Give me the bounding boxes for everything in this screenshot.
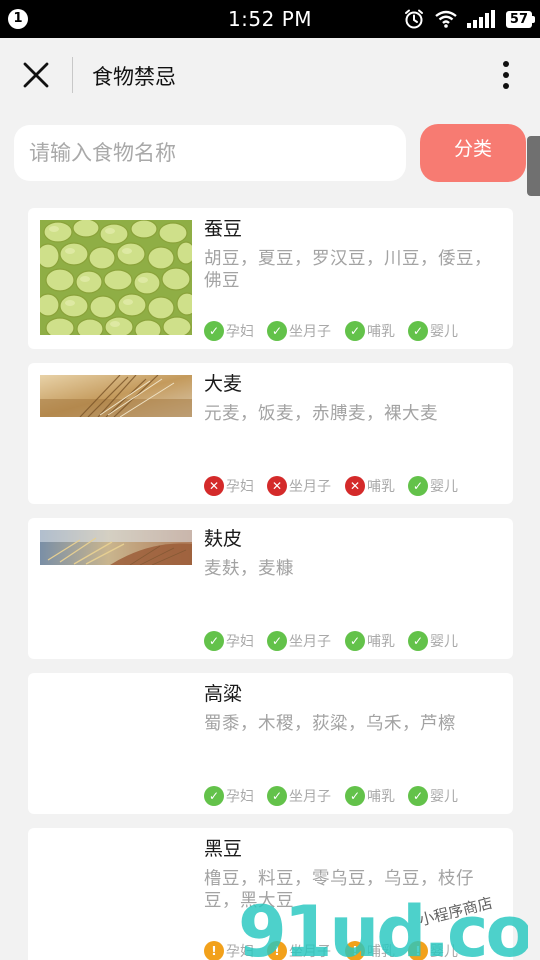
tag-infant: ✓ 婴儿 <box>408 320 458 342</box>
tag-label: 孕妇 <box>226 634 254 650</box>
tag-label: 孕妇 <box>226 324 254 340</box>
side-scroll-handle[interactable] <box>527 136 540 196</box>
food-alias: 元麦，饭麦，赤膊麦，裸大麦 <box>204 404 438 424</box>
tag-label: 坐月子 <box>289 479 331 495</box>
alarm-icon <box>404 9 423 29</box>
tag-label: 孕妇 <box>226 479 254 495</box>
tag-label: 哺乳 <box>367 479 395 495</box>
battery-icon: 57 <box>505 10 536 28</box>
signal-icon <box>466 10 495 28</box>
status-bar: 1 1:52 PM 57 <box>0 0 540 38</box>
tag-label: 婴儿 <box>430 324 458 340</box>
tag-breastfeeding: ✓ 哺乳 <box>345 785 395 807</box>
tag-breastfeeding: ✓ 哺乳 <box>345 320 395 342</box>
tag-pregnant: ✓ 孕妇 <box>204 320 254 342</box>
food-card[interactable]: 蚕豆 胡豆，夏豆，罗汉豆，川豆，倭豆，佛豆 ✓ 孕妇 ✓ 坐月子 ✓ 哺乳 ✓ 婴儿 <box>28 208 513 349</box>
tag-pregnant: ✓ 孕妇 <box>204 785 254 807</box>
tag-label: 坐月子 <box>289 789 331 805</box>
search-input[interactable] <box>14 125 406 181</box>
tag-confinement: ✓ 坐月子 <box>267 785 331 807</box>
cross-icon: ✕ <box>345 476 365 496</box>
tag-infant: ✓ 婴儿 <box>408 785 458 807</box>
close-button[interactable] <box>18 59 54 91</box>
food-image-barley <box>40 375 192 417</box>
tag-infant: ✓ 婴儿 <box>408 630 458 652</box>
tag-confinement: ✓ 坐月子 <box>267 320 331 342</box>
tag-label: 坐月子 <box>289 944 331 960</box>
tag-label: 孕妇 <box>226 789 254 805</box>
warning-icon: ! <box>408 941 428 960</box>
tag-label: 婴儿 <box>430 944 458 960</box>
tag-confinement: ! 坐月子 <box>267 940 331 960</box>
category-button[interactable]: 分类 <box>420 124 526 182</box>
tag-label: 哺乳 <box>367 944 395 960</box>
food-image-wheat-bran <box>40 530 192 565</box>
check-icon: ✓ <box>204 321 224 341</box>
check-icon: ✓ <box>204 786 224 806</box>
tag-label: 婴儿 <box>430 789 458 805</box>
tag-confinement: ✕ 坐月子 <box>267 475 331 497</box>
wifi-icon <box>435 10 457 28</box>
tag-label: 坐月子 <box>289 324 331 340</box>
close-icon <box>23 62 49 88</box>
search-row: 分类 <box>0 112 540 192</box>
food-name: 麸皮 <box>204 528 243 550</box>
food-card[interactable]: 黑豆 橹豆，料豆，零乌豆，乌豆，枝仔豆，黑大豆 ! 孕妇 ! 坐月子 ! 哺乳 ! 婴儿 <box>28 828 513 960</box>
food-alias: 麦麸，麦糠 <box>204 559 294 579</box>
more-vertical-icon <box>503 61 509 89</box>
check-icon: ✓ <box>408 631 428 651</box>
food-image-fava-beans <box>40 220 192 335</box>
food-name: 高粱 <box>204 683 243 705</box>
warning-icon: ! <box>345 941 365 960</box>
tag-breastfeeding: ✓ 哺乳 <box>345 630 395 652</box>
tag-pregnant: ! 孕妇 <box>204 940 254 960</box>
check-icon: ✓ <box>408 321 428 341</box>
tag-label: 坐月子 <box>289 634 331 650</box>
tag-label: 哺乳 <box>367 634 395 650</box>
navbar: 食物禁忌 <box>0 38 540 112</box>
nav-divider <box>72 57 73 93</box>
warning-icon: ! <box>267 941 287 960</box>
tag-label: 哺乳 <box>367 324 395 340</box>
food-name: 大麦 <box>204 373 243 395</box>
tag-label: 婴儿 <box>430 634 458 650</box>
tag-label: 婴儿 <box>430 479 458 495</box>
tag-infant: ✓ 婴儿 <box>408 475 458 497</box>
tag-infant: ! 婴儿 <box>408 940 458 960</box>
status-icons: 57 <box>403 8 536 30</box>
food-card[interactable]: 麸皮 麦麸，麦糠 ✓ 孕妇 ✓ 坐月子 ✓ 哺乳 ✓ 婴儿 <box>28 518 513 659</box>
food-name: 蚕豆 <box>204 218 243 240</box>
cross-icon: ✕ <box>267 476 287 496</box>
food-alias: 胡豆，夏豆，罗汉豆，川豆，倭豆，佛豆 <box>204 249 492 291</box>
check-icon: ✓ <box>267 631 287 651</box>
check-icon: ✓ <box>267 786 287 806</box>
tag-breastfeeding: ! 哺乳 <box>345 940 395 960</box>
more-button[interactable] <box>492 58 520 92</box>
tag-pregnant: ✕ 孕妇 <box>204 475 254 497</box>
page-title: 食物禁忌 <box>92 65 176 89</box>
check-icon: ✓ <box>345 321 365 341</box>
tag-pregnant: ✓ 孕妇 <box>204 630 254 652</box>
check-icon: ✓ <box>408 786 428 806</box>
check-icon: ✓ <box>345 786 365 806</box>
check-icon: ✓ <box>408 476 428 496</box>
tag-label: 哺乳 <box>367 789 395 805</box>
check-icon: ✓ <box>267 321 287 341</box>
warning-icon: ! <box>204 941 224 960</box>
food-card[interactable]: 高粱 蜀黍，木稷，荻粱，乌禾，芦檫 ✓ 孕妇 ✓ 坐月子 ✓ 哺乳 ✓ 婴儿 <box>28 673 513 814</box>
tag-breastfeeding: ✕ 哺乳 <box>345 475 395 497</box>
check-icon: ✓ <box>204 631 224 651</box>
check-icon: ✓ <box>345 631 365 651</box>
cross-icon: ✕ <box>204 476 224 496</box>
food-name: 黑豆 <box>204 838 243 860</box>
food-alias: 蜀黍，木稷，荻粱，乌禾，芦檫 <box>204 714 456 734</box>
tag-label: 孕妇 <box>226 944 254 960</box>
tag-confinement: ✓ 坐月子 <box>267 630 331 652</box>
food-list: 蚕豆 胡豆，夏豆，罗汉豆，川豆，倭豆，佛豆 ✓ 孕妇 ✓ 坐月子 ✓ 哺乳 ✓ 婴儿 <box>28 208 513 960</box>
food-card[interactable]: 大麦 元麦，饭麦，赤膊麦，裸大麦 ✕ 孕妇 ✕ 坐月子 ✕ 哺乳 ✓ 婴儿 <box>28 363 513 504</box>
food-alias: 橹豆，料豆，零乌豆，乌豆，枝仔豆，黑大豆 <box>204 869 474 911</box>
